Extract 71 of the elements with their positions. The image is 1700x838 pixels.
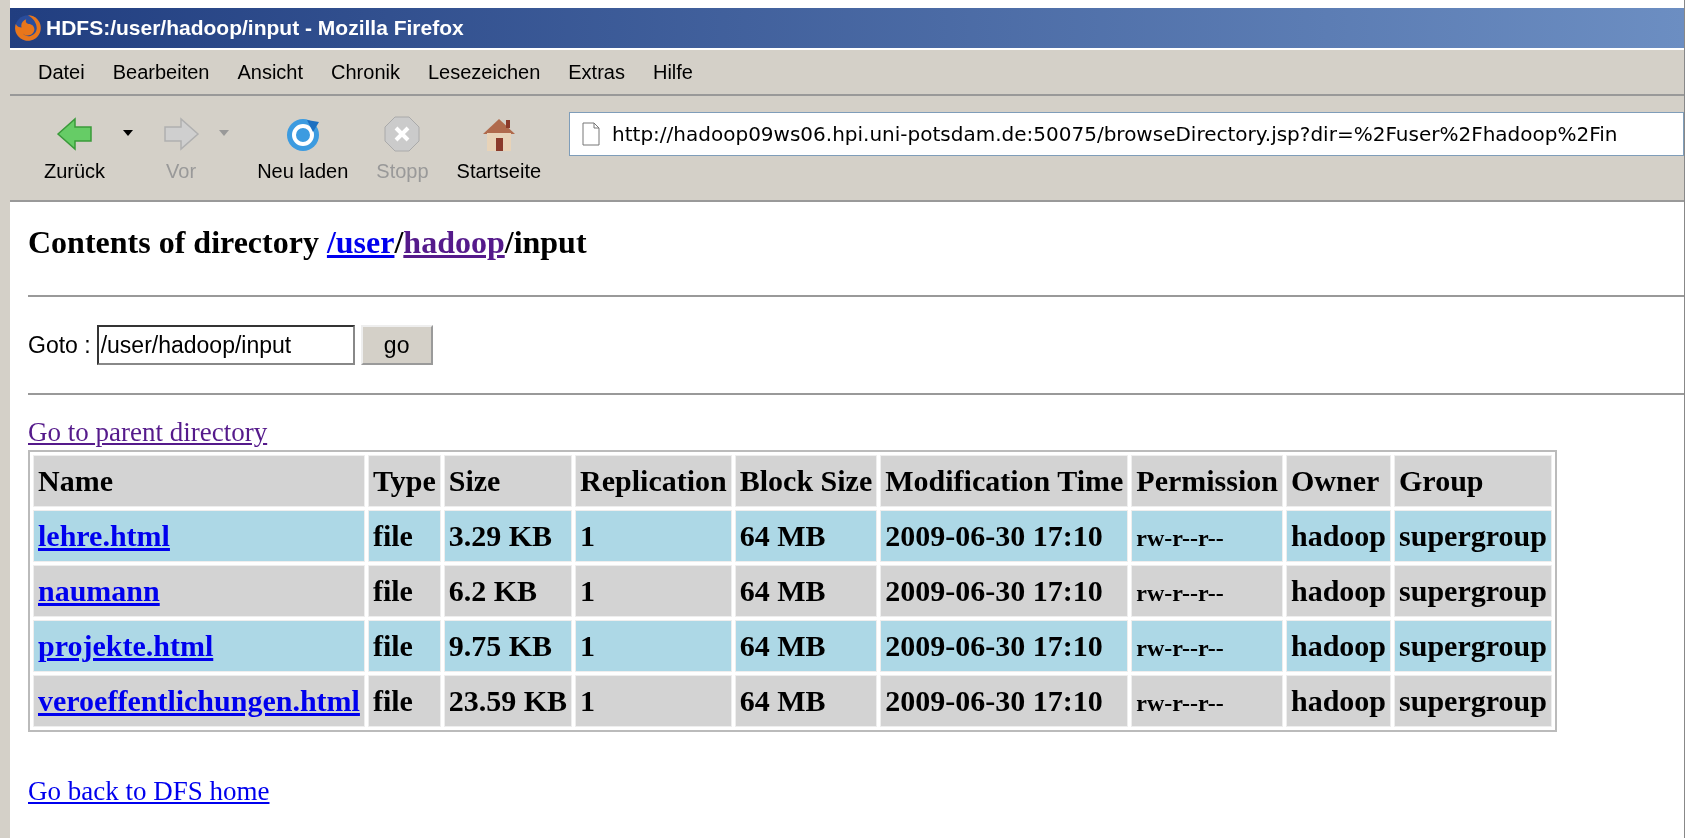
path-link[interactable]: hadoop — [403, 224, 505, 260]
table-cell: 3.29 KB — [443, 510, 573, 562]
go-button[interactable]: go — [360, 325, 433, 365]
column-header: Permission — [1131, 455, 1283, 507]
table-cell: 2009-06-30 17:10 — [880, 510, 1129, 562]
table-cell: rw-r--r-- — [1131, 510, 1283, 562]
table-cell: 1 — [575, 620, 732, 672]
file-link[interactable]: veroeffentlichungen.html — [38, 684, 360, 717]
path-link[interactable]: /user — [326, 224, 395, 260]
column-header: Block Size — [734, 455, 878, 507]
table-cell: hadoop — [1285, 620, 1392, 672]
menu-item[interactable]: Extras — [554, 60, 639, 84]
table-cell: hadoop — [1285, 565, 1392, 617]
table-cell: file — [367, 620, 441, 672]
table-cell: 1 — [575, 510, 732, 562]
heading-text: Contents of directory — [28, 224, 319, 260]
file-link[interactable]: lehre.html — [38, 519, 170, 552]
menu-item[interactable]: Lesezeichen — [413, 60, 555, 84]
column-header: Owner — [1285, 455, 1392, 507]
file-link[interactable]: naumann — [38, 574, 160, 607]
table-cell: hadoop — [1285, 510, 1392, 562]
table-cell: 64 MB — [734, 620, 878, 672]
column-header: Replication — [575, 455, 732, 507]
path-text: / — [394, 224, 404, 260]
table-cell: 23.59 KB — [443, 675, 573, 727]
table-cell: 2009-06-30 17:10 — [880, 620, 1129, 672]
table-cell: hadoop — [1285, 675, 1392, 727]
path-text: /input — [504, 224, 587, 260]
table-cell: 64 MB — [734, 675, 878, 727]
table-cell: file — [367, 675, 441, 727]
table-cell: 64 MB — [734, 510, 878, 562]
column-header: Size — [443, 455, 573, 507]
table-cell: 1 — [575, 565, 732, 617]
goto-label: Goto : — [28, 331, 91, 359]
menu-item[interactable]: Bearbeiten — [98, 60, 224, 84]
page-icon — [582, 122, 601, 146]
table-cell: supergroup — [1394, 620, 1552, 672]
table-cell: 9.75 KB — [443, 620, 573, 672]
dropdown-caret-icon[interactable] — [123, 130, 134, 136]
column-header: Name — [33, 455, 365, 507]
column-header: Group — [1394, 455, 1552, 507]
table-cell: 64 MB — [734, 565, 878, 617]
toolbar-button[interactable]: Neu laden — [243, 113, 363, 183]
table-cell: file — [367, 510, 441, 562]
column-header: Modification Time — [880, 455, 1129, 507]
table-cell: supergroup — [1394, 675, 1552, 727]
menu-item[interactable]: Datei — [24, 60, 99, 84]
table-cell: 2009-06-30 17:10 — [880, 565, 1129, 617]
table-cell: file — [367, 565, 441, 617]
table-cell: 6.2 KB — [443, 565, 573, 617]
window-title: HDFS:/user/hadoop/input - Mozilla Firefox — [46, 16, 464, 40]
dfs-home-link[interactable]: Go back to DFS home — [28, 776, 270, 807]
parent-directory-link[interactable]: Go to parent directory — [28, 417, 268, 448]
column-header: Type — [367, 455, 441, 507]
firefox-logo-icon — [14, 14, 42, 42]
menu-item[interactable]: Ansicht — [223, 60, 318, 84]
menu-item[interactable]: Hilfe — [638, 60, 707, 84]
menu-item[interactable]: Chronik — [317, 60, 414, 84]
toolbar-button[interactable]: Zurück — [30, 113, 120, 183]
goto-field[interactable]: /user/hadoop/input — [96, 325, 355, 365]
table-cell: rw-r--r-- — [1131, 565, 1283, 617]
table-cell: 1 — [575, 675, 732, 727]
toolbar-button[interactable]: Startseite — [442, 113, 556, 183]
file-link[interactable]: projekte.html — [38, 629, 214, 662]
table-cell: 2009-06-30 17:10 — [880, 675, 1129, 727]
table-cell: supergroup — [1394, 510, 1552, 562]
stop-icon — [382, 113, 423, 154]
table-cell: supergroup — [1394, 565, 1552, 617]
table-cell: rw-r--r-- — [1131, 675, 1283, 727]
address-bar[interactable]: http://hadoop09ws06.hpi.uni-potsdam.de:50075/browseDirectory.jsp?dir=%2Fuser%2Fhadoop%2Fin — [569, 112, 1684, 156]
table-cell: rw-r--r-- — [1131, 620, 1283, 672]
